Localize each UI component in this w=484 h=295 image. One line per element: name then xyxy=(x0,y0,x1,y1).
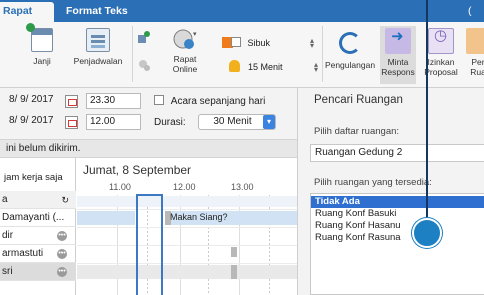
show-as-dropdown[interactable]: Sibuk xyxy=(231,37,270,48)
recurrence-label: Pengulangan xyxy=(324,60,376,70)
room-option[interactable]: Ruang Konf Rasuna xyxy=(311,232,484,244)
room-finder-pane: Pencari Ruangan Pilih daftar ruangan: Ru… xyxy=(297,88,484,295)
refresh-icon[interactable]: ↻ xyxy=(61,191,69,208)
attendee-row[interactable]: sri ••• xyxy=(0,263,76,281)
attendee-name: sri xyxy=(2,266,13,277)
request-responses-label-2: Respons xyxy=(381,67,415,77)
scheduling-assistant: jam kerja saja a ↻ Damayanti (... dir ••… xyxy=(0,158,297,295)
show-as-value: Sibuk xyxy=(247,38,271,48)
appointment-button[interactable]: Janji xyxy=(22,23,62,66)
hour-label: 12.00 xyxy=(173,182,196,192)
more-options-icon[interactable]: ••• xyxy=(57,249,67,259)
not-sent-infobar: ini belum dikirim. xyxy=(0,139,297,158)
tab-meeting[interactable]: Rapat xyxy=(0,2,54,22)
attendee-name: dir xyxy=(2,230,14,241)
tab-format-text[interactable]: Format Teks xyxy=(66,2,128,22)
attendee-row[interactable]: dir ••• xyxy=(0,227,76,245)
all-day-checkbox[interactable] xyxy=(154,95,164,105)
scheduler-label: Penjadwalan xyxy=(73,56,123,66)
attendee-list: jam kerja saja a ↻ Damayanti (... dir ••… xyxy=(0,158,76,295)
recurrence-button[interactable]: Pengulangan xyxy=(324,32,376,70)
room-finder-label-2: Rua xyxy=(470,67,484,77)
ribbon: Janji Penjadwalan ▾ Rapat Online Sibuk ▴… xyxy=(0,22,484,88)
grid-row-divider xyxy=(77,209,297,210)
start-date-field[interactable]: 8/ 9/ 2017 xyxy=(6,93,62,109)
available-rooms-label: Pilih ruangan yang tersedia: xyxy=(314,177,432,188)
busy-block xyxy=(231,247,237,257)
lunch-event[interactable]: Makan Siang? xyxy=(170,212,228,222)
appointment-label: Janji xyxy=(33,56,51,66)
svg-text:▾: ▾ xyxy=(193,30,197,38)
room-option[interactable]: Ruang Konf Hasanu xyxy=(311,220,484,232)
schedule-date-title: Jumat, 8 September xyxy=(83,163,192,177)
reminder-dropdown[interactable]: 15 Menit xyxy=(248,62,283,72)
ribbon-divider xyxy=(132,26,133,82)
online-meeting-button[interactable]: ▾ Rapat Online xyxy=(160,28,210,74)
grid-row-divider xyxy=(77,227,297,228)
globe-people-icon: ▾ xyxy=(173,29,197,49)
room-finder-icon xyxy=(466,28,484,54)
attendee-row[interactable]: armastuti ••• xyxy=(0,245,76,263)
room-option[interactable]: Ruang Konf Basuki xyxy=(311,208,484,220)
bell-icon xyxy=(229,60,240,72)
attendee-header-cell: a xyxy=(2,194,8,205)
calendar-add-icon xyxy=(26,23,53,52)
availability-grid[interactable]: Jumat, 8 September 11.00 12.00 13.00 Mak… xyxy=(77,158,297,295)
request-responses-label-1: Minta xyxy=(387,57,409,67)
available-rooms-list: Tidak Ada Ruang Konf Basuki Ruang Konf H… xyxy=(310,193,484,295)
online-meeting-label-2: Online xyxy=(172,64,198,74)
busy-block xyxy=(77,211,135,225)
ribbon-divider xyxy=(322,26,323,82)
repeat-icon xyxy=(339,32,361,54)
touch-point-indicator xyxy=(412,218,442,248)
chevron-down-icon[interactable]: ▾ xyxy=(263,115,275,129)
tab-overflow[interactable]: ( xyxy=(468,2,472,22)
start-time-field[interactable]: 23.30 xyxy=(86,93,141,109)
grid-row-divider xyxy=(77,245,297,246)
grid-row-divider xyxy=(77,263,297,264)
room-finder-title: Pencari Ruangan xyxy=(314,94,403,106)
address-book-icon[interactable] xyxy=(137,30,151,44)
duration-label: Durasi: xyxy=(154,117,186,128)
selected-row-band xyxy=(77,265,297,279)
clock-propose-icon xyxy=(428,28,454,54)
room-option[interactable]: Tidak Ada xyxy=(311,196,484,208)
outlook-meeting-window: Rapat Format Teks ( Janji Penjadwalan ▾ … xyxy=(0,0,484,295)
room-finder-button[interactable]: Per Rua xyxy=(466,28,484,77)
reply-arrow-icon xyxy=(385,28,411,54)
check-names-icon[interactable] xyxy=(137,58,151,72)
schedule-icon xyxy=(86,28,110,52)
more-options-icon[interactable]: ••• xyxy=(57,231,67,241)
reminder-stepper[interactable]: ▴ ▾ xyxy=(314,61,318,74)
show-as-stepper[interactable]: ▴ ▾ xyxy=(310,37,314,50)
hour-label: 13.00 xyxy=(231,182,254,192)
end-date-field[interactable]: 8/ 9/ 2017 xyxy=(6,114,62,130)
scheduler-button[interactable]: Penjadwalan xyxy=(70,28,126,66)
calendar-picker-icon[interactable] xyxy=(65,95,78,108)
request-responses-button[interactable]: Minta Respons xyxy=(380,26,416,84)
calendar-picker-icon[interactable] xyxy=(65,116,78,129)
attendee-header: a ↻ xyxy=(0,191,76,209)
show-as-swatch xyxy=(231,37,241,47)
room-list-label: Pilih daftar ruangan: xyxy=(314,126,400,137)
all-day-label: Acara sepanjang hari xyxy=(170,96,266,107)
online-meeting-label-1: Rapat xyxy=(173,54,197,64)
end-time-field[interactable]: 12.00 xyxy=(86,114,141,130)
work-hours-only-label[interactable]: jam kerja saja xyxy=(4,172,63,183)
attendee-row[interactable]: Damayanti (... xyxy=(0,209,76,227)
meeting-time-selection[interactable] xyxy=(136,194,163,295)
room-list-dropdown[interactable]: Ruangan Gedung 2 xyxy=(310,144,484,162)
attendee-name: armastuti xyxy=(2,248,44,259)
more-options-icon[interactable]: ••• xyxy=(57,267,67,277)
ribbon-tab-bar: Rapat Format Teks ( xyxy=(0,0,484,22)
room-finder-label-1: Per xyxy=(471,57,484,67)
hour-label: 11.00 xyxy=(109,182,131,192)
all-day-option[interactable]: Acara sepanjang hari xyxy=(154,95,265,113)
busy-block xyxy=(231,265,237,279)
touch-pointer-line xyxy=(426,0,428,233)
header-busy-band xyxy=(77,196,297,207)
